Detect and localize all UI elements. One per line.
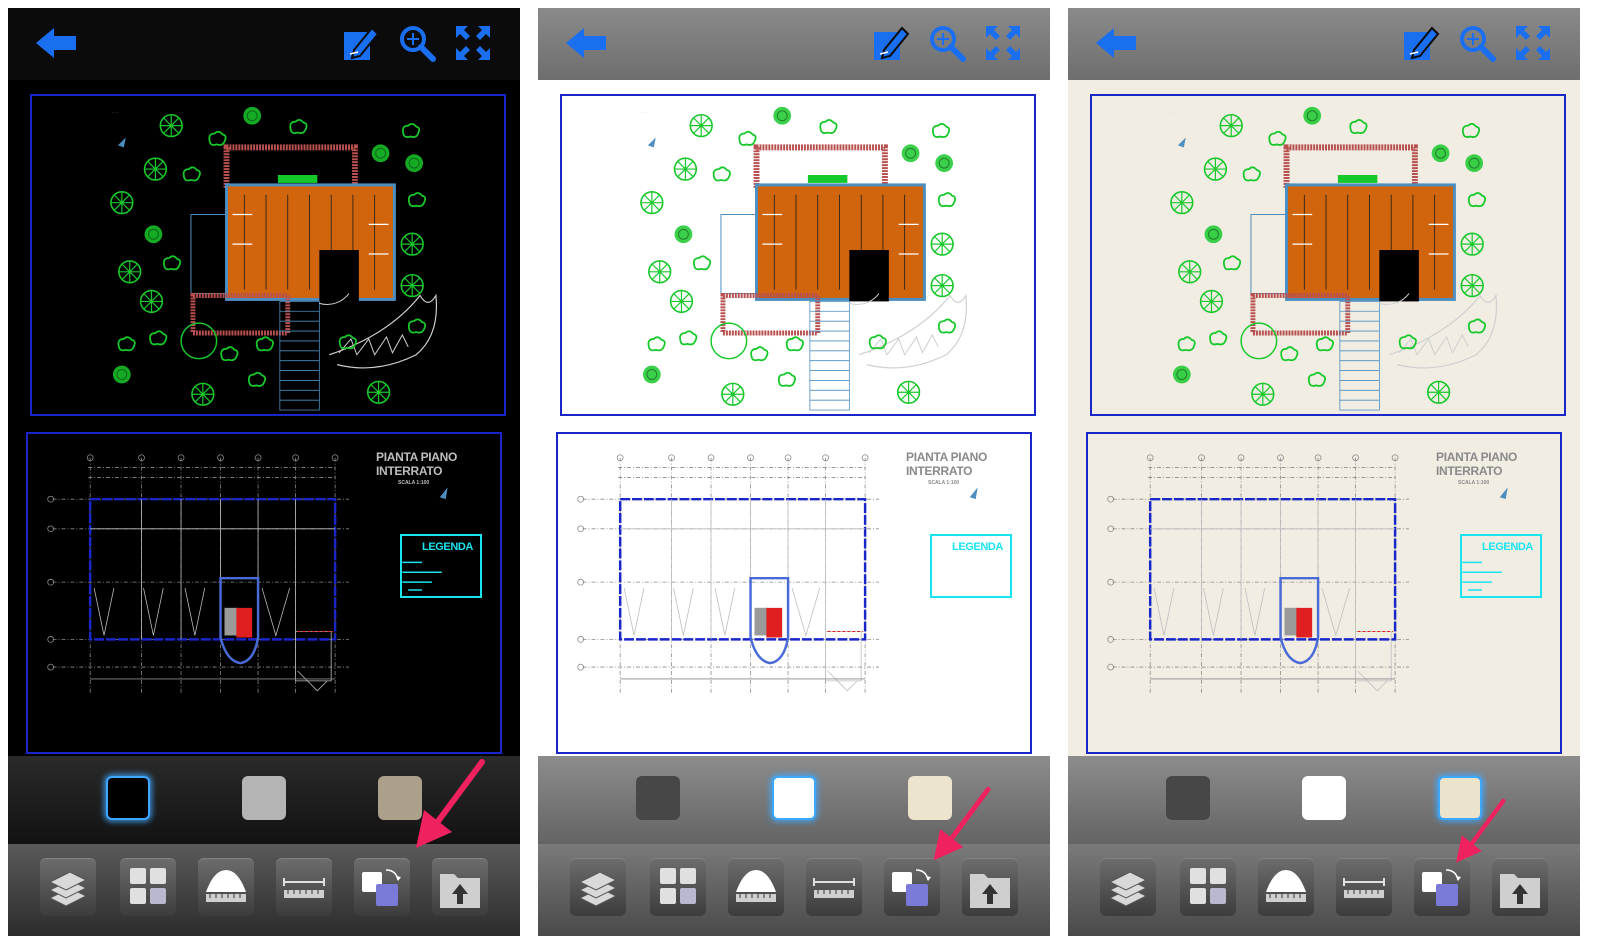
export-icon[interactable] <box>432 858 488 916</box>
background-color-icon[interactable] <box>884 858 940 916</box>
edit-icon[interactable] <box>342 24 380 62</box>
bottom-toolbar <box>1068 844 1580 936</box>
legend-box: LEGENDA <box>930 534 1012 598</box>
plan-title: PIANTA PIANO INTERRATO <box>376 450 457 478</box>
swatch-tan[interactable] <box>1438 776 1482 820</box>
top-bar <box>8 8 520 80</box>
measure-area-icon[interactable] <box>198 858 254 916</box>
bottom-toolbar <box>538 844 1050 936</box>
drawing-canvas[interactable]: · · · PIANTA PIANO INTERRATO SCALA 1:100… <box>8 80 520 756</box>
measure-distance-icon[interactable] <box>806 858 862 916</box>
plan-title-line1: PIANTA PIANO <box>376 450 458 464</box>
legend-title: LEGENDA <box>952 541 1003 553</box>
export-icon[interactable] <box>1492 858 1548 916</box>
background-swatch-bar <box>538 756 1050 844</box>
legend-box: LEGENDA <box>1460 534 1542 598</box>
top-bar <box>538 8 1050 80</box>
site-plan-sheet: · · · <box>1090 94 1566 416</box>
plan-title-line1: PIANTA PIANO <box>1436 450 1518 464</box>
measure-distance-icon[interactable] <box>1336 858 1392 916</box>
background-color-icon[interactable] <box>354 858 410 916</box>
zoom-icon[interactable] <box>928 24 966 62</box>
layouts-icon[interactable] <box>650 858 706 916</box>
viewer-panel-paper: · · · PIANTA PIANO INTERRATO SCALA 1:100… <box>1068 8 1580 936</box>
layers-icon[interactable] <box>570 858 626 916</box>
viewer-panel-dark: · · · PIANTA PIANO INTERRATO SCALA 1:100… <box>8 8 520 936</box>
drawing-canvas[interactable]: · · · PIANTA PIANO INTERRATO SCALA 1:100… <box>538 80 1050 756</box>
plan-title-line2: INTERRATO <box>906 464 973 478</box>
edit-icon[interactable] <box>1402 24 1440 62</box>
back-arrow-icon[interactable] <box>34 26 78 60</box>
plan-scale: SCALA 1:100 <box>928 480 960 486</box>
fullscreen-icon[interactable] <box>454 24 492 62</box>
edit-icon[interactable] <box>872 24 910 62</box>
measure-area-icon[interactable] <box>1258 858 1314 916</box>
back-arrow-icon[interactable] <box>564 26 608 60</box>
plan-title-line2: INTERRATO <box>376 464 443 478</box>
site-plan-drawing: · · · <box>110 106 438 411</box>
swatch-black[interactable] <box>1166 776 1210 820</box>
svg-text:· · ·: · · · <box>642 110 648 115</box>
layouts-icon[interactable] <box>1180 858 1236 916</box>
background-swatch-bar <box>1068 756 1580 844</box>
swatch-gray[interactable] <box>1302 776 1346 820</box>
swatch-gray[interactable] <box>242 776 286 820</box>
plan-title-line2: INTERRATO <box>1436 464 1503 478</box>
svg-text:· · ·: · · · <box>112 110 118 115</box>
plan-scale: SCALA 1:100 <box>1458 480 1490 486</box>
plan-title-line1: PIANTA PIANO <box>906 450 988 464</box>
zoom-icon[interactable] <box>1458 24 1496 62</box>
floor-plan-sheet: PIANTA PIANO INTERRATO SCALA 1:100 LEGEN… <box>26 432 502 754</box>
plan-title: PIANTA PIANO INTERRATO <box>906 450 987 478</box>
export-icon[interactable] <box>962 858 1018 916</box>
swatch-tan[interactable] <box>378 776 422 820</box>
svg-text:· · ·: · · · <box>1172 110 1178 115</box>
legend-title: LEGENDA <box>1482 541 1533 553</box>
viewer-panel-light: · · · PIANTA PIANO INTERRATO SCALA 1:100… <box>538 8 1050 936</box>
layouts-icon[interactable] <box>120 858 176 916</box>
legend-box: LEGENDA <box>400 534 482 598</box>
swatch-gray[interactable] <box>772 776 816 820</box>
site-plan-sheet: · · · <box>560 94 1036 416</box>
back-arrow-icon[interactable] <box>1094 26 1138 60</box>
drawing-canvas[interactable]: · · · PIANTA PIANO INTERRATO SCALA 1:100… <box>1068 80 1580 756</box>
floor-plan-sheet: PIANTA PIANO INTERRATO SCALA 1:100 LEGEN… <box>556 432 1032 754</box>
swatch-black[interactable] <box>636 776 680 820</box>
background-swatch-bar <box>8 756 520 844</box>
fullscreen-icon[interactable] <box>984 24 1022 62</box>
site-plan-sheet: · · · <box>30 94 506 416</box>
layers-icon[interactable] <box>40 858 96 916</box>
background-color-icon[interactable] <box>1414 858 1470 916</box>
plan-title: PIANTA PIANO INTERRATO <box>1436 450 1517 478</box>
swatch-black[interactable] <box>106 776 150 820</box>
bottom-toolbar <box>8 844 520 936</box>
measure-distance-icon[interactable] <box>276 858 332 916</box>
fullscreen-icon[interactable] <box>1514 24 1552 62</box>
layers-icon[interactable] <box>1100 858 1156 916</box>
measure-area-icon[interactable] <box>728 858 784 916</box>
floor-plan-sheet: PIANTA PIANO INTERRATO SCALA 1:100 LEGEN… <box>1086 432 1562 754</box>
site-plan-drawing: · · · <box>640 106 968 411</box>
top-bar <box>1068 8 1580 80</box>
plan-scale: SCALA 1:100 <box>398 480 430 486</box>
swatch-tan[interactable] <box>908 776 952 820</box>
zoom-icon[interactable] <box>398 24 436 62</box>
site-plan-drawing: · · · <box>1170 106 1498 411</box>
legend-title: LEGENDA <box>422 541 473 553</box>
